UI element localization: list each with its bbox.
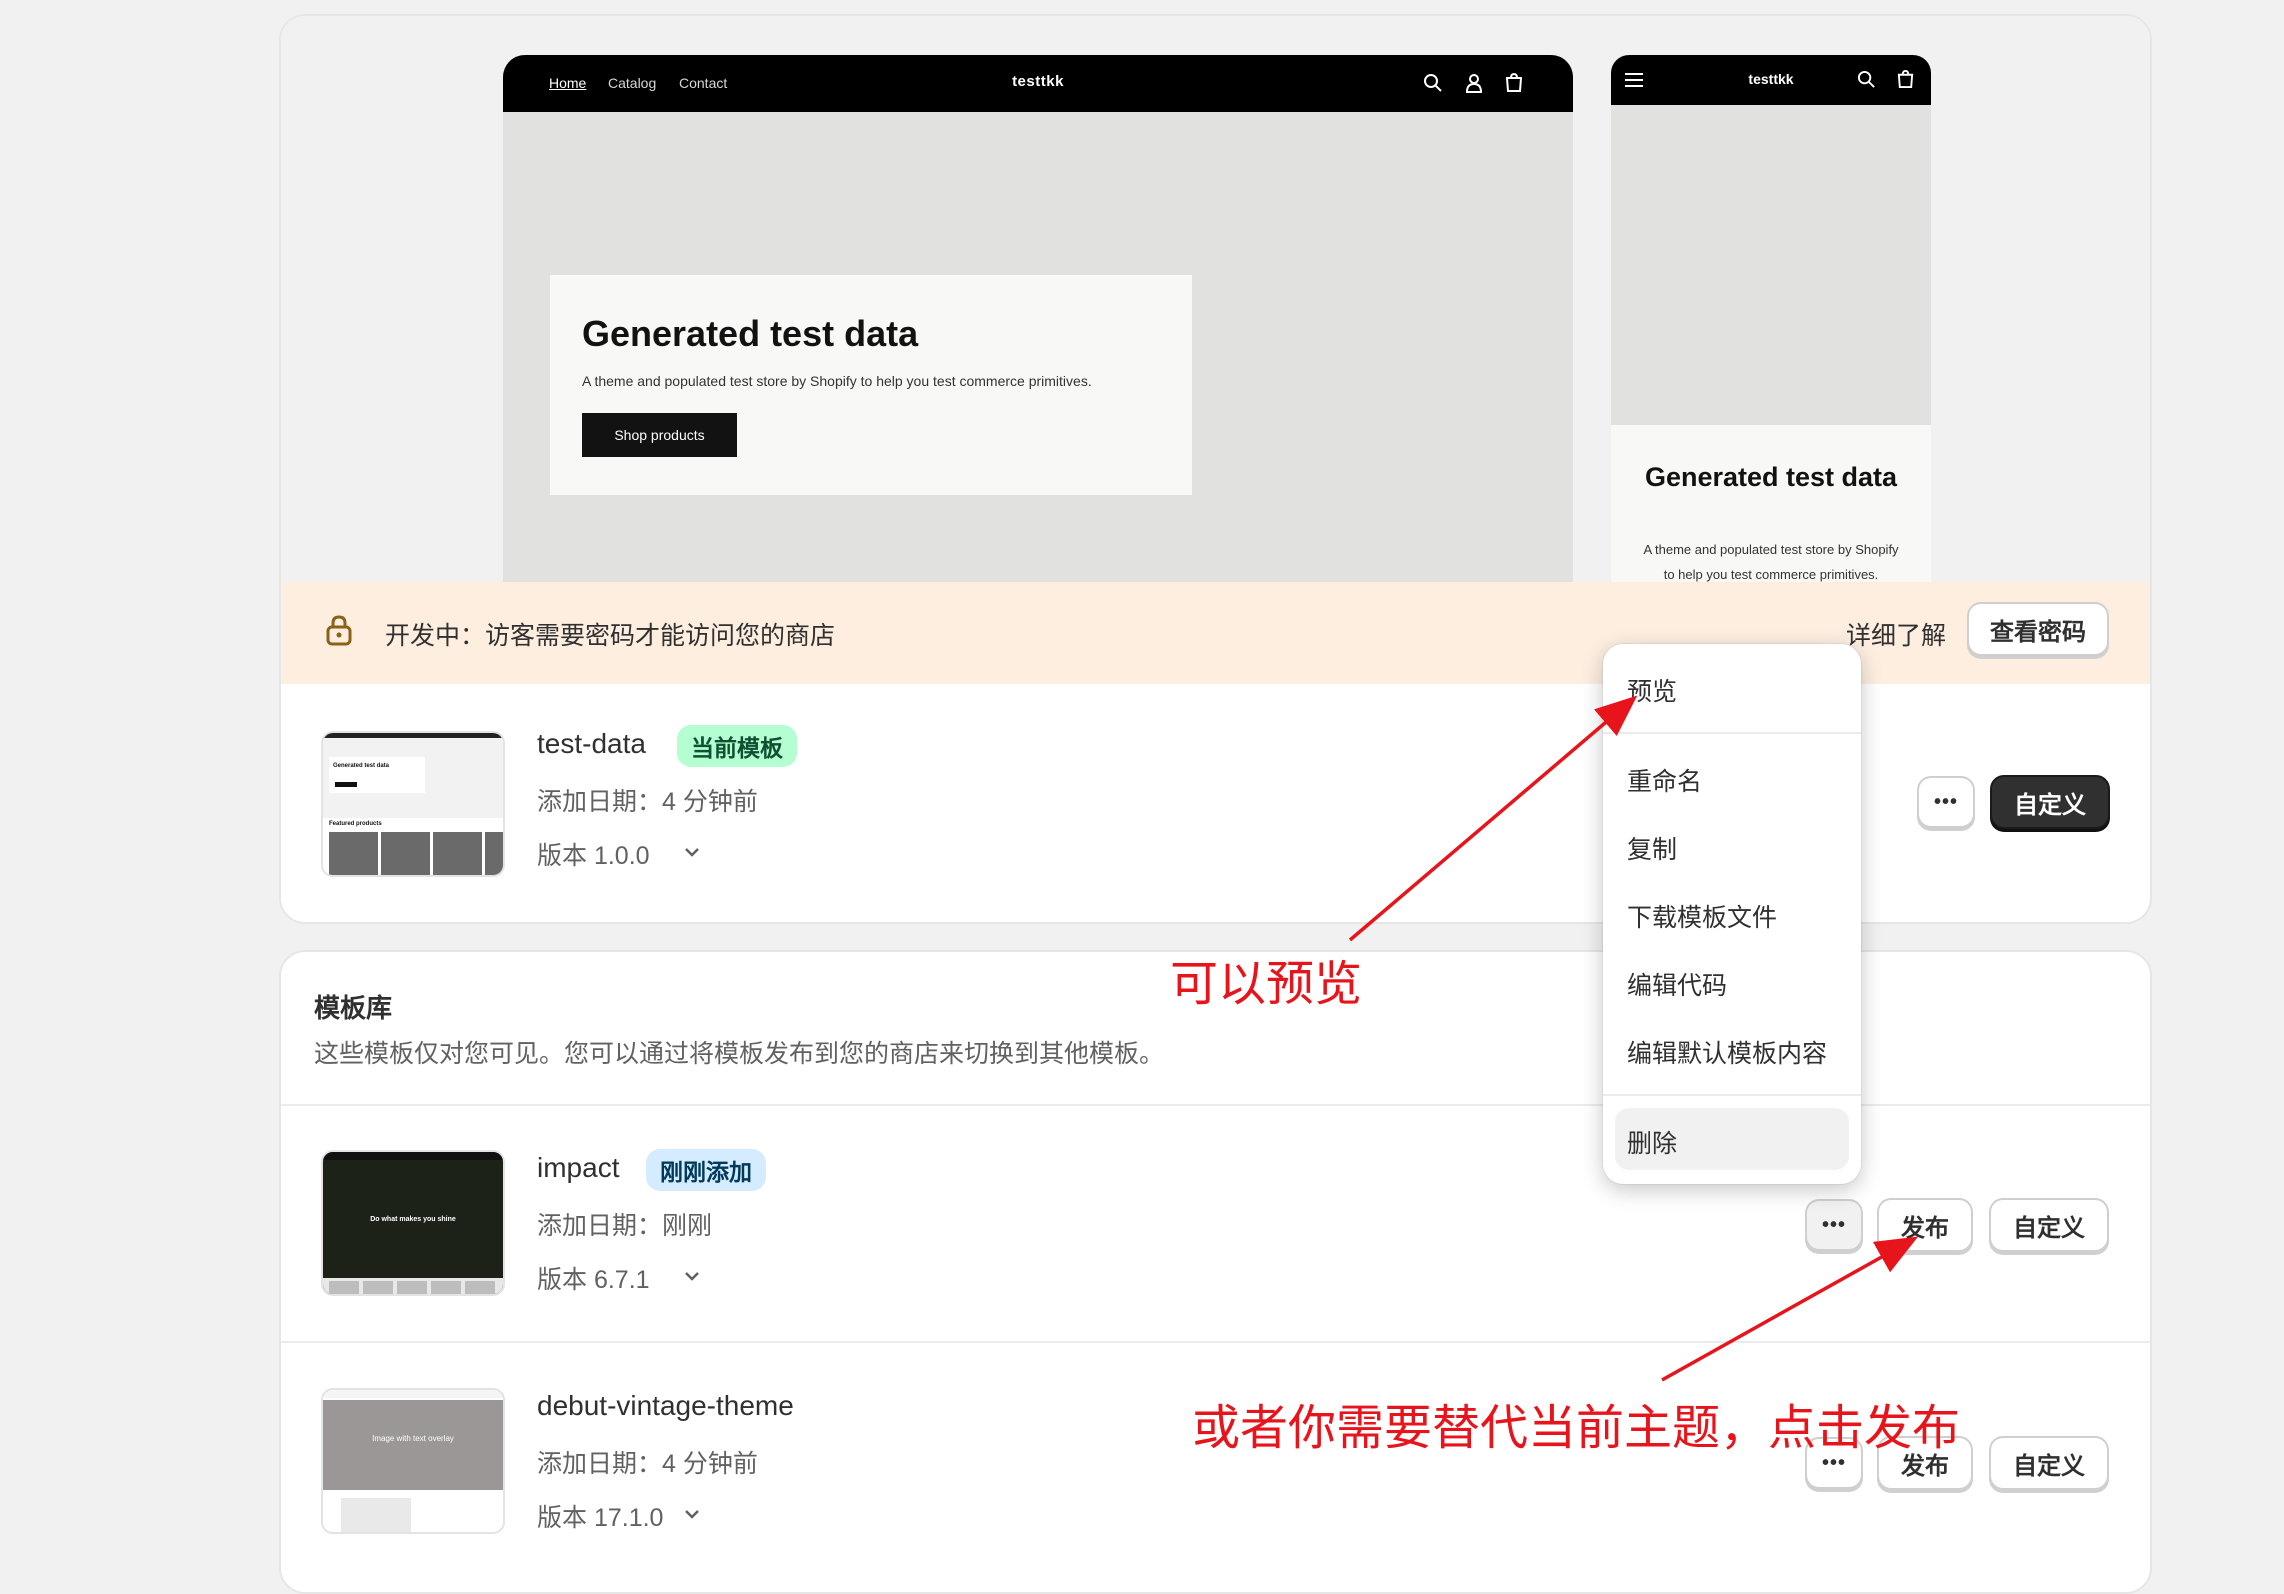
annotation-arrows: [1348, 695, 1919, 1382]
annotation-publish-note: 或者你需要替代当前主题，点击发布: [1192, 1402, 1961, 1455]
arrow-to-publish: [1661, 1236, 1919, 1382]
annotation-preview-note: 可以预览: [1170, 958, 1363, 1011]
arrow-to-preview: [1348, 695, 1638, 942]
